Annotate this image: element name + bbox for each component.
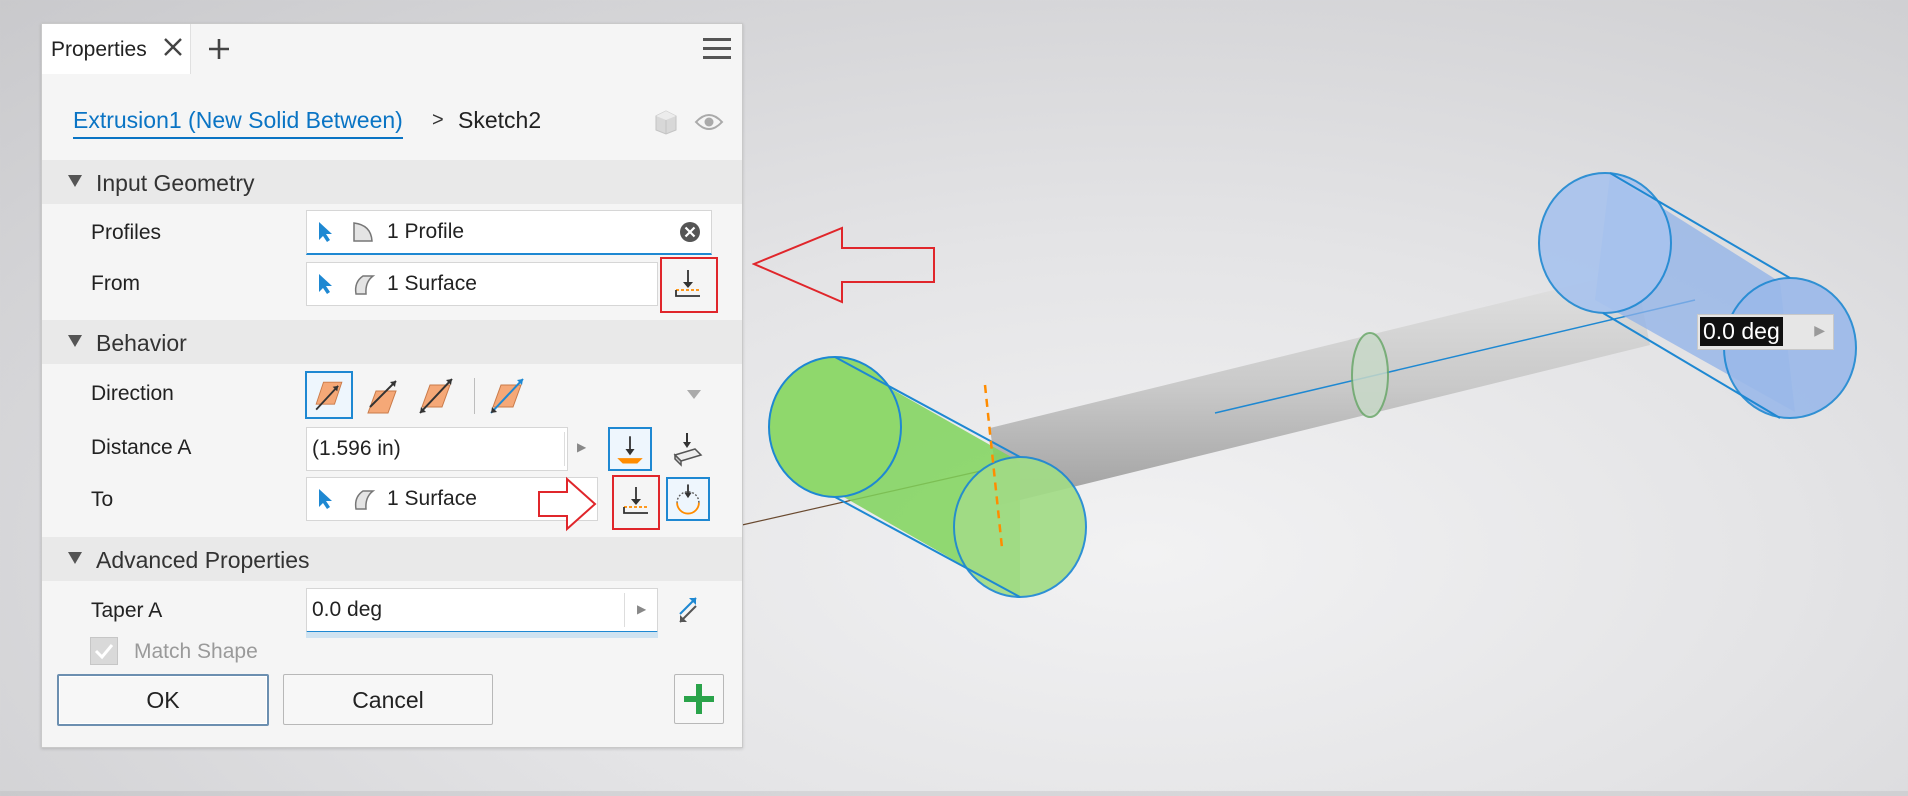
panel-tab-bar: Properties <box>42 24 742 74</box>
checkmark-icon <box>94 644 114 660</box>
taper-a-arrow-icon[interactable]: ▶ <box>637 602 646 616</box>
ok-button[interactable]: OK <box>57 674 269 726</box>
select-arrow-icon <box>319 222 332 242</box>
to-minimum-solution-button[interactable] <box>666 477 710 521</box>
direction-flipped-button[interactable] <box>360 373 404 417</box>
surface-icon <box>354 490 376 510</box>
section-input-geometry-title: Input Geometry <box>96 170 255 196</box>
breadcrumb-current[interactable]: Sketch2 <box>458 107 541 134</box>
viewport-angle-value: 0.0 deg <box>1700 317 1783 346</box>
to-value: 1 Surface <box>387 487 477 510</box>
taper-a-highlight-bar <box>306 632 658 638</box>
profiles-label: Profiles <box>91 221 162 244</box>
menu-icon[interactable] <box>702 35 732 63</box>
ok-button-label: OK <box>146 687 180 713</box>
distance-through-all-button[interactable] <box>665 427 709 471</box>
add-tab-icon[interactable] <box>204 34 234 64</box>
match-shape-checkbox[interactable] <box>90 637 118 665</box>
match-shape-label: Match Shape <box>134 640 258 663</box>
clear-selection-icon[interactable] <box>678 220 702 244</box>
callout-arrow-left-icon <box>752 226 935 304</box>
breadcrumb-separator: > <box>432 109 444 131</box>
profile-icon <box>353 222 373 242</box>
rod-body <box>990 270 1650 505</box>
chevron-down-icon[interactable] <box>687 390 701 400</box>
direction-label: Direction <box>91 382 174 405</box>
distance-a-value: (1.596 in) <box>312 437 401 460</box>
direction-symmetric-button[interactable] <box>414 373 458 417</box>
distance-a-arrow-icon[interactable]: ▶ <box>577 440 586 454</box>
cube-icon[interactable] <box>652 107 680 135</box>
to-label: To <box>91 488 114 511</box>
from-selector[interactable]: 1 Surface <box>306 262 658 306</box>
flip-taper-icon[interactable] <box>666 588 710 632</box>
taper-a-value: 0.0 deg <box>312 598 383 621</box>
breadcrumb: Extrusion1 (New Solid Between) > Sketch2 <box>42 74 742 160</box>
to-extend-face-button[interactable] <box>614 479 658 523</box>
section-input-geometry[interactable]: Input Geometry <box>42 160 742 204</box>
properties-panel: Properties Extrusion1 (New Solid Between… <box>41 23 743 748</box>
cancel-button-label: Cancel <box>352 687 424 713</box>
tab-properties[interactable]: Properties <box>42 24 191 74</box>
taper-a-label: Taper A <box>91 599 163 622</box>
from-value: 1 Surface <box>387 272 477 295</box>
section-advanced-properties[interactable]: Advanced Properties <box>42 537 742 581</box>
collapse-triangle-icon[interactable] <box>68 335 82 347</box>
taper-a-divider <box>624 593 625 627</box>
direction-divider <box>474 378 475 414</box>
surface-icon <box>354 275 376 295</box>
select-arrow-icon <box>319 489 332 509</box>
rod-section <box>1351 332 1389 418</box>
from-extend-face-button[interactable] <box>666 262 710 306</box>
from-label: From <box>91 272 140 295</box>
collapse-triangle-icon[interactable] <box>68 175 82 187</box>
distance-measure-button[interactable] <box>608 427 652 471</box>
profiles-selector[interactable]: 1 Profile <box>306 210 712 255</box>
viewport-angle-input[interactable]: 0.0 deg ▶ <box>1697 314 1834 350</box>
distance-a-input[interactable]: (1.596 in) <box>306 427 568 471</box>
direction-asymmetric-button[interactable] <box>485 373 529 417</box>
callout-arrow-right-icon <box>538 476 597 532</box>
profiles-value: 1 Profile <box>387 220 465 243</box>
plus-icon <box>684 684 714 714</box>
tab-properties-label: Properties <box>51 38 147 61</box>
viewport-angle-arrow-icon[interactable]: ▶ <box>1814 322 1825 339</box>
target-cylinder <box>1538 172 1857 419</box>
taper-a-input[interactable]: 0.0 deg ▶ <box>306 588 658 633</box>
direction-default-button[interactable] <box>305 371 353 419</box>
cancel-button[interactable]: Cancel <box>283 674 493 725</box>
collapse-triangle-icon[interactable] <box>68 552 82 564</box>
distance-a-divider <box>564 432 565 466</box>
section-behavior[interactable]: Behavior <box>42 320 742 364</box>
close-icon[interactable] <box>160 34 186 60</box>
apply-add-button[interactable] <box>674 674 724 724</box>
section-behavior-title: Behavior <box>96 330 187 356</box>
eye-icon[interactable] <box>694 111 724 133</box>
profile-cylinder <box>768 356 1087 598</box>
select-arrow-icon <box>319 274 332 294</box>
section-advanced-properties-title: Advanced Properties <box>96 547 310 573</box>
breadcrumb-feature-link[interactable]: Extrusion1 (New Solid Between) <box>73 107 403 139</box>
distance-a-label: Distance A <box>91 436 192 459</box>
